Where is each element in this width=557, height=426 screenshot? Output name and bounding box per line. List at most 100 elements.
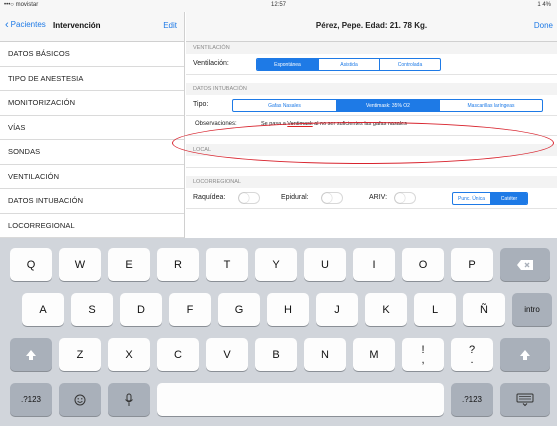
tipo-option-gafas-nasales[interactable]: Gafas Nasales (233, 100, 336, 111)
sidebar: ‹ Pacientes Intervención Edit DATOS BÁSI… (0, 12, 185, 238)
dictation-key[interactable] (108, 383, 150, 416)
key-i[interactable]: I (353, 248, 395, 281)
microphone-icon (125, 393, 133, 406)
key-v[interactable]: V (206, 338, 248, 371)
key-t[interactable]: T (206, 248, 248, 281)
key-comma-label: , (421, 353, 425, 366)
key-exclamation-comma[interactable]: ! , (402, 338, 444, 371)
clock-label: 12:57 (270, 2, 286, 8)
emoji-icon (74, 394, 86, 405)
numbers-key-left[interactable]: .?123 (10, 383, 52, 416)
ariv-toggle[interactable] (394, 192, 416, 204)
hide-keyboard-key[interactable] (500, 383, 550, 416)
raquidea-label: Raquídea: (193, 194, 226, 201)
ventilacion-segmented-control: Espontánea Asistida Controlada (256, 58, 441, 71)
tipo-row: Tipo: Gafas Nasales Ventimask: 35% O2 Ma… (186, 95, 557, 116)
key-d[interactable]: D (120, 293, 162, 326)
status-bar: •••○ movistar 12:57 1 4% (0, 0, 557, 12)
back-label: Pacientes (10, 20, 46, 29)
key-m[interactable]: M (353, 338, 395, 371)
key-u[interactable]: U (304, 248, 346, 281)
key-question-label: ? (468, 343, 476, 356)
key-n-tilde[interactable]: Ñ (463, 293, 505, 326)
key-r[interactable]: R (157, 248, 199, 281)
chevron-left-icon: ‹ (5, 18, 9, 31)
key-j[interactable]: J (316, 293, 358, 326)
sidebar-item-vias[interactable]: VÍAS (0, 116, 184, 140)
key-q[interactable]: Q (10, 248, 52, 281)
ariv-label: ARIV: (369, 194, 388, 201)
shift-icon (520, 349, 530, 360)
ventilacion-option-controlada[interactable]: Controlada (379, 59, 440, 70)
sidebar-item-locorregional[interactable]: LOCORREGIONAL (0, 214, 184, 238)
highlight-ellipse (172, 122, 554, 164)
sidebar-item-sondas[interactable]: SONDAS (0, 140, 184, 165)
locorregional-segmented-control: Punc. Única Catéter (452, 192, 528, 205)
delete-key[interactable] (500, 248, 550, 281)
section-header-intubacion: DATOS INTUBACIÓN (186, 83, 557, 95)
edit-button[interactable]: Edit (163, 21, 177, 30)
raquidea-toggle[interactable] (238, 192, 260, 204)
locorregional-row: Raquídea: Epidural: ARIV: Punc. Única Ca… (186, 188, 557, 209)
key-y[interactable]: Y (255, 248, 297, 281)
on-screen-keyboard: Q W E R T Y U I O P A S D F G H J K L Ñ … (0, 238, 557, 426)
key-w[interactable]: W (59, 248, 101, 281)
done-button[interactable]: Done (534, 21, 553, 30)
key-x[interactable]: X (108, 338, 150, 371)
tipo-option-ventimask[interactable]: Ventimask: 35% O2 (336, 100, 439, 111)
back-button[interactable]: ‹ Pacientes (5, 18, 46, 31)
key-e[interactable]: E (108, 248, 150, 281)
key-g[interactable]: G (218, 293, 260, 326)
epidural-toggle[interactable] (321, 192, 343, 204)
sidebar-item-datos-intubacion[interactable]: DATOS INTUBACIÓN (0, 189, 184, 214)
tipo-label: Tipo: (193, 101, 209, 108)
battery-label: 1 4% (537, 2, 551, 8)
key-question-period[interactable]: ? . (451, 338, 493, 371)
space-bar[interactable] (157, 383, 444, 416)
key-c[interactable]: C (157, 338, 199, 371)
sidebar-item-tipo-anestesia[interactable]: TIPO DE ANESTESIA (0, 67, 184, 91)
section-header-locorregional: LOCORREGIONAL (186, 176, 557, 188)
section-header-ventilacion: VENTILACIÓN (186, 42, 557, 54)
shift-key-right[interactable] (500, 338, 550, 371)
key-b[interactable]: B (255, 338, 297, 371)
key-f[interactable]: F (169, 293, 211, 326)
ventilacion-label: Ventilación: (193, 60, 229, 67)
intro-key[interactable]: intro (512, 293, 552, 326)
key-period-label: . (470, 353, 474, 366)
key-n[interactable]: N (304, 338, 346, 371)
key-z[interactable]: Z (59, 338, 101, 371)
key-k[interactable]: K (365, 293, 407, 326)
patient-title: Pérez, Pepe. Edad: 21. 78 Kg. (315, 21, 428, 30)
key-o[interactable]: O (402, 248, 444, 281)
sidebar-item-ventilacion[interactable]: VENTILACIÓN (0, 165, 184, 189)
shift-icon (26, 349, 36, 360)
backspace-icon (517, 259, 533, 270)
tipo-option-mascarillas[interactable]: Mascarillas laríngeas (439, 100, 542, 111)
sidebar-item-monitorizacion[interactable]: MONITORIZACIÓN (0, 91, 184, 116)
sidebar-navbar: ‹ Pacientes Intervención Edit (0, 12, 184, 42)
detail-navbar: Pérez, Pepe. Edad: 21. 78 Kg. Done (186, 12, 557, 42)
sidebar-item-datos-basicos[interactable]: DATOS BÁSICOS (0, 42, 184, 67)
emoji-key[interactable] (59, 383, 101, 416)
key-a[interactable]: A (22, 293, 64, 326)
shift-key-left[interactable] (10, 338, 52, 371)
observaciones-label: Observaciones: (195, 121, 237, 127)
key-l[interactable]: L (414, 293, 456, 326)
numbers-key-right[interactable]: .?123 (451, 383, 493, 416)
ventilacion-row: Ventilación: Espontánea Asistida Control… (186, 54, 557, 75)
key-p[interactable]: P (451, 248, 493, 281)
locorregional-option-punc-unica[interactable]: Punc. Única (453, 193, 490, 204)
key-s[interactable]: S (71, 293, 113, 326)
tipo-segmented-control: Gafas Nasales Ventimask: 35% O2 Mascaril… (232, 99, 543, 112)
key-h[interactable]: H (267, 293, 309, 326)
ventilacion-option-asistida[interactable]: Asistida (318, 59, 379, 70)
ventilacion-option-espontanea[interactable]: Espontánea (257, 59, 318, 70)
sidebar-title: Intervención (53, 21, 101, 30)
key-exclamation-label: ! (421, 343, 425, 356)
keyboard-hide-icon (516, 393, 534, 406)
locorregional-option-cateter[interactable]: Catéter (490, 193, 527, 204)
epidural-label: Epidural: (281, 194, 309, 201)
